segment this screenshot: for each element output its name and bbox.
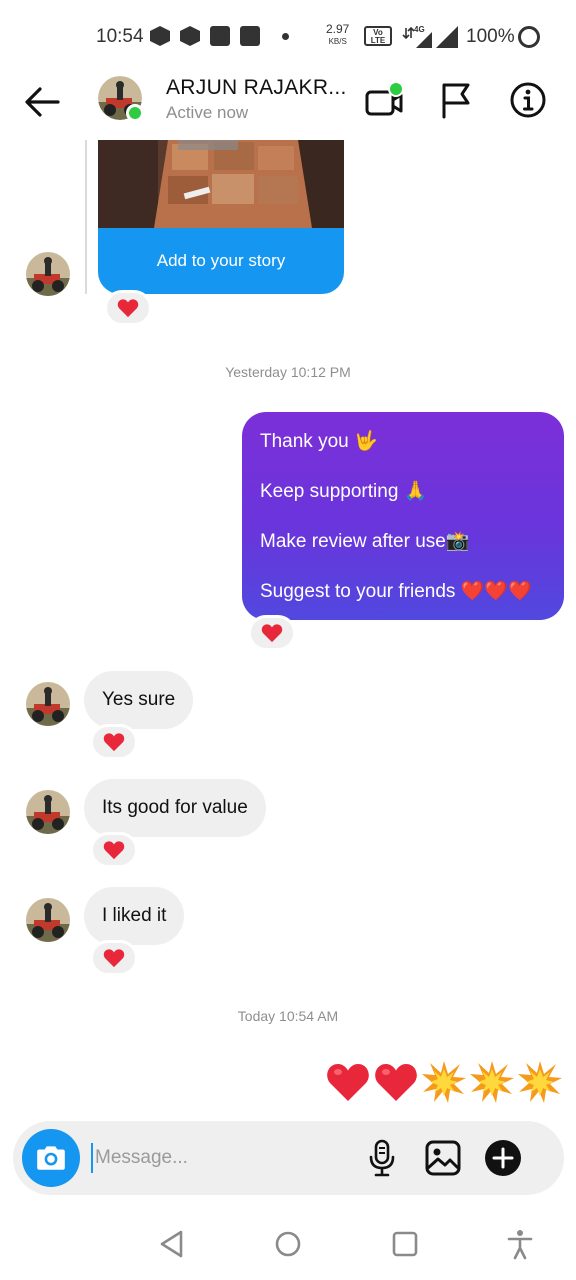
timestamp-today: Today 10:54 AM: [237, 1008, 339, 1024]
camera-icon: [37, 1146, 65, 1170]
network-speed-unit: KB/S: [328, 37, 347, 46]
flag-icon[interactable]: [436, 80, 476, 120]
message-line: Make review after use📸: [260, 531, 470, 552]
info-icon[interactable]: [508, 80, 548, 120]
battery-icon: [518, 26, 540, 48]
sender-avatar[interactable]: [26, 898, 70, 942]
heart-reaction[interactable]: [90, 724, 138, 760]
notification-icons: [150, 26, 289, 46]
collision-emoji-icon: [422, 1061, 466, 1103]
signal-icon: [436, 26, 458, 48]
network-speed-value: 2.97: [326, 22, 350, 36]
heart-reaction[interactable]: [248, 615, 296, 651]
contact-status: Active now: [166, 103, 249, 122]
sender-avatar[interactable]: [26, 252, 70, 296]
outgoing-message-bubble[interactable]: Thank you 🤟 Keep supporting 🙏 Make revie…: [242, 412, 564, 620]
network-speed: 2.97 KB/S: [326, 22, 350, 46]
message-input[interactable]: [91, 1143, 351, 1173]
heart-reaction[interactable]: [90, 940, 138, 976]
emoji-message[interactable]: [326, 1060, 562, 1104]
collision-emoji-icon: [518, 1061, 562, 1103]
volte-badge: Vo LTE: [364, 26, 392, 46]
message-line: Thank you 🤟: [260, 431, 378, 452]
status-bar: 10:54 2.97 KB/S Vo LTE 4G 100%: [0, 0, 576, 72]
microphone-icon[interactable]: [363, 1138, 401, 1178]
message-line: Suggest to your friends ❤️❤️❤️: [260, 581, 532, 602]
incoming-message-bubble[interactable]: I liked it: [84, 887, 185, 945]
message-line: Keep supporting 🙏: [260, 481, 428, 502]
heart-emoji-icon: [375, 1064, 417, 1101]
heart-reaction[interactable]: [104, 290, 152, 326]
heart-icon: [261, 624, 283, 643]
video-call-icon[interactable]: [364, 80, 404, 120]
camera-button[interactable]: [22, 1129, 80, 1187]
svg-text:4G: 4G: [414, 25, 425, 34]
more-notifications-dot-icon: [282, 32, 289, 40]
mobile-data-icon: 4G: [402, 25, 432, 48]
app-notification-icon: [150, 26, 170, 46]
sender-avatar[interactable]: [26, 790, 70, 834]
sender-avatar[interactable]: [26, 682, 70, 726]
story-reply-line: [85, 140, 87, 294]
nav-back-icon[interactable]: [156, 1228, 188, 1260]
lte-label: LTE: [370, 36, 386, 45]
message-composer: [13, 1121, 564, 1195]
heart-icon: [103, 949, 125, 968]
heart-icon: [103, 841, 125, 860]
online-indicator: [126, 104, 144, 122]
accessibility-icon[interactable]: [504, 1228, 536, 1260]
app-notification-icon: [240, 26, 260, 46]
chat-header: ARJUN RAJAKR... Active now: [0, 72, 576, 140]
story-preview-image[interactable]: [98, 140, 344, 228]
heart-emoji-icon: [327, 1064, 369, 1101]
add-to-story-button[interactable]: Add to your story: [98, 228, 344, 294]
contact-name[interactable]: ARJUN RAJAKR...: [166, 76, 347, 100]
app-notification-icon: [210, 26, 230, 46]
incoming-message-bubble[interactable]: Its good for value: [84, 779, 266, 837]
heart-icon: [117, 299, 139, 318]
shared-story-card[interactable]: Add to your story: [98, 140, 344, 294]
nav-home-icon[interactable]: [272, 1228, 304, 1260]
plus-icon[interactable]: [485, 1140, 521, 1176]
collision-emoji-icon: [470, 1061, 514, 1103]
app-notification-icon: [180, 26, 200, 46]
back-arrow-icon[interactable]: [22, 82, 62, 122]
gallery-icon[interactable]: [423, 1138, 463, 1178]
timestamp-yesterday: Yesterday 10:12 PM: [225, 364, 351, 380]
heart-icon: [103, 733, 125, 752]
status-time: 10:54: [96, 26, 144, 47]
battery-level: 100%: [466, 26, 515, 47]
heart-reaction[interactable]: [90, 832, 138, 868]
incoming-message-bubble[interactable]: Yes sure: [84, 671, 194, 729]
nav-recents-icon[interactable]: [389, 1228, 421, 1260]
